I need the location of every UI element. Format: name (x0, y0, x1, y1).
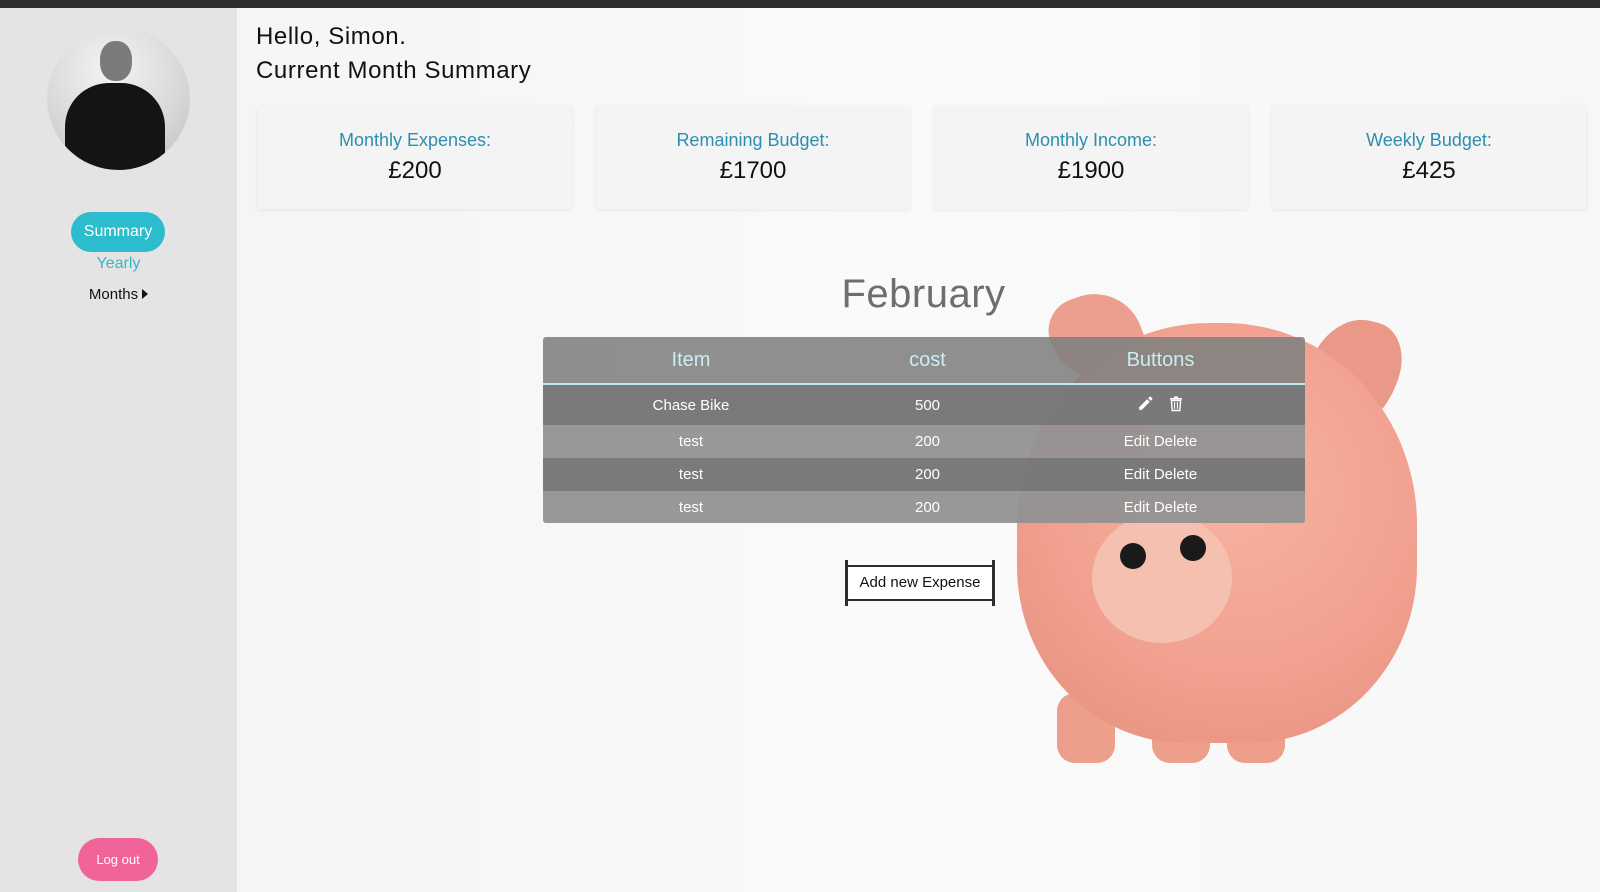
card-value: £200 (388, 157, 442, 184)
caret-right-icon (142, 289, 149, 299)
nav-months-dropdown[interactable]: Months (0, 286, 237, 303)
cell-item: test (678, 466, 704, 483)
card-value: £425 (1402, 157, 1456, 184)
table-header-row: Item cost Buttons (543, 337, 1305, 385)
card-label: Weekly Budget: (1366, 130, 1492, 150)
header-cost: cost (839, 337, 1016, 385)
cell-cost: 200 (914, 466, 941, 483)
card-value: £1900 (1057, 157, 1125, 184)
add-expense-button[interactable]: Add new Expense (845, 560, 995, 606)
nav-summary-button[interactable]: Summary (71, 212, 165, 252)
header-item: Item (543, 337, 839, 385)
month-heading: February (841, 272, 1006, 316)
page-title: Current Month Summary (256, 57, 532, 84)
cell-actions: Edit Delete (1016, 491, 1305, 523)
table-row: test 200 Edit Delete (543, 491, 1305, 523)
cell-actions: Edit Delete (1016, 425, 1305, 458)
delete-button[interactable]: Delete (1154, 433, 1197, 450)
cell-cost: 200 (914, 433, 941, 450)
nav-yearly-link[interactable]: Yearly (0, 255, 237, 273)
card-value: £1700 (719, 157, 787, 184)
cell-item: Chase Bike (652, 396, 730, 414)
avatar (47, 27, 190, 170)
card-monthly-income: Monthly Income: £1900 (934, 106, 1248, 209)
card-label: Monthly Expenses: (338, 130, 492, 150)
cell-cost: 500 (914, 396, 941, 414)
table-row: test 200 Edit Delete (543, 458, 1305, 491)
main-content: Hello, Simon. Current Month Summary Mont… (237, 8, 1600, 892)
table-row: Chase Bike 500 (543, 384, 1305, 425)
cell-item: test (678, 433, 704, 450)
expenses-table: Item cost Buttons Chase Bike 500 test 20… (543, 337, 1305, 523)
pig-nostril (1180, 535, 1206, 561)
card-remaining-budget: Remaining Budget: £1700 (596, 106, 910, 209)
trash-icon-glyph (1170, 396, 1183, 411)
header-buttons: Buttons (1016, 337, 1305, 385)
delete-button[interactable]: Delete (1154, 466, 1197, 483)
logout-button[interactable]: Log out (78, 838, 158, 881)
sidebar: Summary Yearly Months Log out (0, 8, 237, 892)
edit-button[interactable]: Edit (1124, 466, 1150, 483)
card-weekly-budget: Weekly Budget: £425 (1272, 106, 1586, 209)
greeting-block: Hello, Simon. Current Month Summary (256, 20, 531, 88)
pig-nostril (1120, 543, 1146, 569)
trash-icon[interactable] (1168, 395, 1184, 416)
nav-yearly-label[interactable]: Yearly (97, 255, 141, 272)
cell-item: test (678, 499, 704, 516)
avatar-body (65, 83, 165, 170)
nav-months-label[interactable]: Months (89, 286, 138, 303)
delete-button[interactable]: Delete (1154, 499, 1197, 516)
table-row: test 200 Edit Delete (543, 425, 1305, 458)
pencil-icon[interactable] (1137, 395, 1154, 416)
cell-actions (1016, 384, 1305, 425)
avatar-head (100, 41, 132, 81)
card-label: Monthly Income: (1024, 130, 1158, 150)
cell-cost: 200 (914, 499, 941, 516)
pig-snout (1092, 513, 1232, 643)
pencil-icon-glyph (1139, 396, 1153, 410)
cell-actions: Edit Delete (1016, 458, 1305, 491)
window-top-bar (0, 0, 1600, 8)
greeting-hello: Hello, Simon. (256, 23, 407, 50)
card-monthly-expenses: Monthly Expenses: £200 (258, 106, 572, 209)
edit-button[interactable]: Edit (1124, 499, 1150, 516)
card-label: Remaining Budget: (676, 130, 830, 150)
edit-button[interactable]: Edit (1124, 433, 1150, 450)
